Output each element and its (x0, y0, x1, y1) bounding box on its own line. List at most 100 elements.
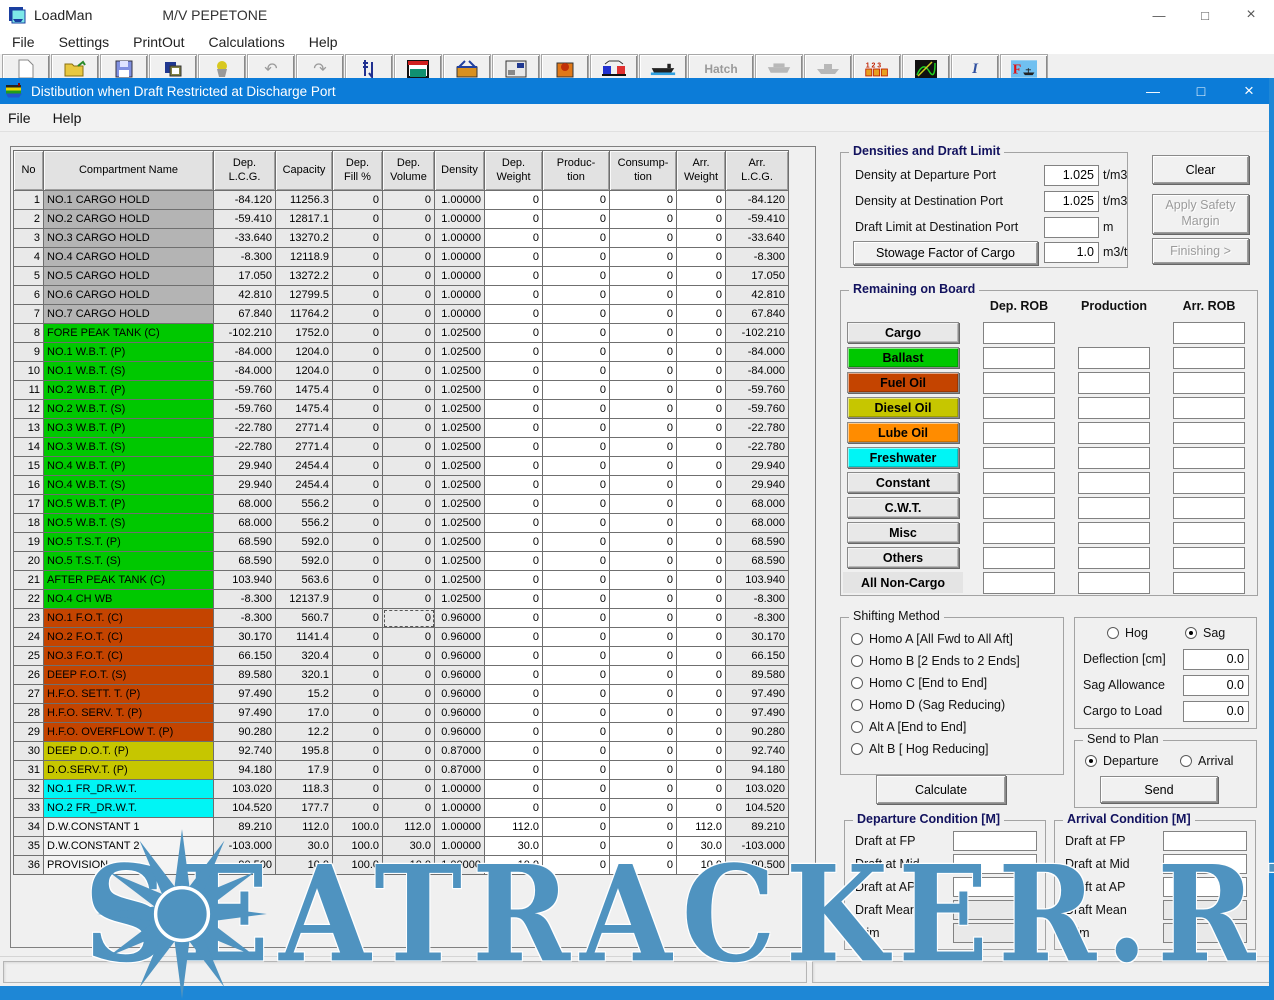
cell-fill[interactable]: 0 (333, 628, 383, 647)
cell-fill[interactable]: 0 (333, 343, 383, 362)
cell-vol[interactable]: 0 (383, 419, 435, 438)
shifting-option-4[interactable]: Alt A [End to End] (851, 720, 966, 734)
departure-input-draft-at-mid[interactable] (953, 854, 1037, 874)
cell-vol[interactable]: 0 (383, 191, 435, 210)
cell-fill[interactable]: 0 (333, 799, 383, 818)
cell-arrw[interactable]: 0 (677, 476, 726, 495)
shifting-option-0[interactable]: Homo A [All Fwd to All Aft] (851, 632, 1013, 646)
rob-input-production[interactable] (1078, 347, 1150, 369)
cell-prod[interactable]: 0 (543, 400, 610, 419)
rob-input-arr[interactable] (1173, 572, 1245, 594)
cell-vol[interactable]: 0 (383, 286, 435, 305)
cell-prod[interactable]: 0 (543, 362, 610, 381)
dialog-menu-help[interactable]: Help (45, 108, 96, 128)
rob-input-arr[interactable] (1173, 522, 1245, 544)
cell-vol[interactable]: 0 (383, 571, 435, 590)
rob-button-misc[interactable]: Misc (847, 522, 959, 543)
arrival-input-draft-at-fp[interactable] (1163, 831, 1247, 851)
cell-vol[interactable]: 0 (383, 761, 435, 780)
cell-vol[interactable]: 0 (383, 609, 435, 628)
stowage-factor-input[interactable]: 1.0 (1044, 242, 1099, 263)
menu-calculations[interactable]: Calculations (197, 32, 297, 52)
calculate-button[interactable]: Calculate (876, 775, 1006, 804)
cell-prod[interactable]: 0 (543, 476, 610, 495)
cell-vol[interactable]: 0 (383, 723, 435, 742)
cell-prod[interactable]: 0 (543, 742, 610, 761)
cell-vol[interactable]: 0 (383, 400, 435, 419)
cell-vol[interactable]: 0 (383, 476, 435, 495)
cell-cons[interactable]: 0 (610, 609, 677, 628)
rob-input-arr[interactable] (1173, 422, 1245, 444)
cell-arrw[interactable]: 10.0 (677, 856, 726, 875)
rob-input-production[interactable] (1078, 497, 1150, 519)
rob-button-ballast[interactable]: Ballast (847, 347, 959, 368)
cell-cons[interactable]: 0 (610, 495, 677, 514)
cell-cons[interactable]: 0 (610, 590, 677, 609)
cell-depw[interactable]: 0 (485, 229, 543, 248)
cell-prod[interactable]: 0 (543, 780, 610, 799)
stowage-factor-button[interactable]: Stowage Factor of Cargo (853, 241, 1038, 265)
cell-arrw[interactable]: 0 (677, 248, 726, 267)
cell-prod[interactable]: 0 (543, 837, 610, 856)
cell-cons[interactable]: 0 (610, 191, 677, 210)
cell-fill[interactable]: 0 (333, 704, 383, 723)
sag-radio[interactable]: Sag (1185, 626, 1225, 640)
cell-prod[interactable]: 0 (543, 590, 610, 609)
dialog-menu-file[interactable]: File (0, 108, 45, 128)
shifting-option-2[interactable]: Homo C [End to End] (851, 676, 987, 690)
rob-button-others[interactable]: Others (847, 547, 959, 568)
cell-depw[interactable]: 0 (485, 704, 543, 723)
cell-prod[interactable]: 0 (543, 685, 610, 704)
cell-depw[interactable]: 0 (485, 514, 543, 533)
cell-cons[interactable]: 0 (610, 837, 677, 856)
cell-prod[interactable]: 0 (543, 514, 610, 533)
cell-vol[interactable]: 0 (383, 552, 435, 571)
cell-cons[interactable]: 0 (610, 267, 677, 286)
rob-input-dep[interactable] (983, 447, 1055, 469)
cell-cons[interactable]: 0 (610, 286, 677, 305)
cell-depw[interactable]: 0 (485, 571, 543, 590)
cell-depw[interactable]: 0 (485, 742, 543, 761)
cell-depw[interactable]: 0 (485, 780, 543, 799)
cell-fill[interactable]: 0 (333, 476, 383, 495)
cell-depw[interactable]: 0 (485, 210, 543, 229)
density-input-2[interactable] (1044, 217, 1099, 238)
cell-cons[interactable]: 0 (610, 210, 677, 229)
rob-button-diesel-oil[interactable]: Diesel Oil (847, 397, 959, 418)
cell-vol[interactable]: 0 (383, 514, 435, 533)
cell-arrw[interactable]: 0 (677, 609, 726, 628)
cell-depw[interactable]: 0 (485, 191, 543, 210)
cell-prod[interactable]: 0 (543, 381, 610, 400)
cell-fill[interactable]: 100.0 (333, 856, 383, 875)
rob-input-arr[interactable] (1173, 447, 1245, 469)
cell-fill[interactable]: 0 (333, 286, 383, 305)
cell-depw[interactable]: 30.0 (485, 837, 543, 856)
cell-fill[interactable]: 0 (333, 438, 383, 457)
cell-fill[interactable]: 0 (333, 267, 383, 286)
cell-vol[interactable]: 0 (383, 666, 435, 685)
cell-depw[interactable]: 0 (485, 381, 543, 400)
cell-prod[interactable]: 0 (543, 799, 610, 818)
cell-fill[interactable]: 0 (333, 761, 383, 780)
cell-fill[interactable]: 0 (333, 533, 383, 552)
cell-prod[interactable]: 0 (543, 305, 610, 324)
send-option-arrival[interactable]: Arrival (1180, 754, 1233, 768)
cell-vol[interactable]: 0 (383, 628, 435, 647)
cell-prod[interactable]: 0 (543, 248, 610, 267)
cell-vol[interactable]: 10.0 (383, 856, 435, 875)
rob-button-fuel-oil[interactable]: Fuel Oil (847, 372, 959, 393)
cell-arrw[interactable]: 0 (677, 495, 726, 514)
cell-depw[interactable]: 0 (485, 685, 543, 704)
cell-depw[interactable]: 0 (485, 533, 543, 552)
cell-cons[interactable]: 0 (610, 324, 677, 343)
cell-arrw[interactable]: 0 (677, 343, 726, 362)
cell-fill[interactable]: 0 (333, 305, 383, 324)
cell-prod[interactable]: 0 (543, 533, 610, 552)
cell-prod[interactable]: 0 (543, 267, 610, 286)
cell-arrw[interactable]: 0 (677, 305, 726, 324)
cell-arrw[interactable]: 0 (677, 704, 726, 723)
rob-input-production[interactable] (1078, 522, 1150, 544)
rob-input-production[interactable] (1078, 422, 1150, 444)
cell-vol[interactable]: 0 (383, 438, 435, 457)
cell-vol[interactable]: 0 (383, 704, 435, 723)
